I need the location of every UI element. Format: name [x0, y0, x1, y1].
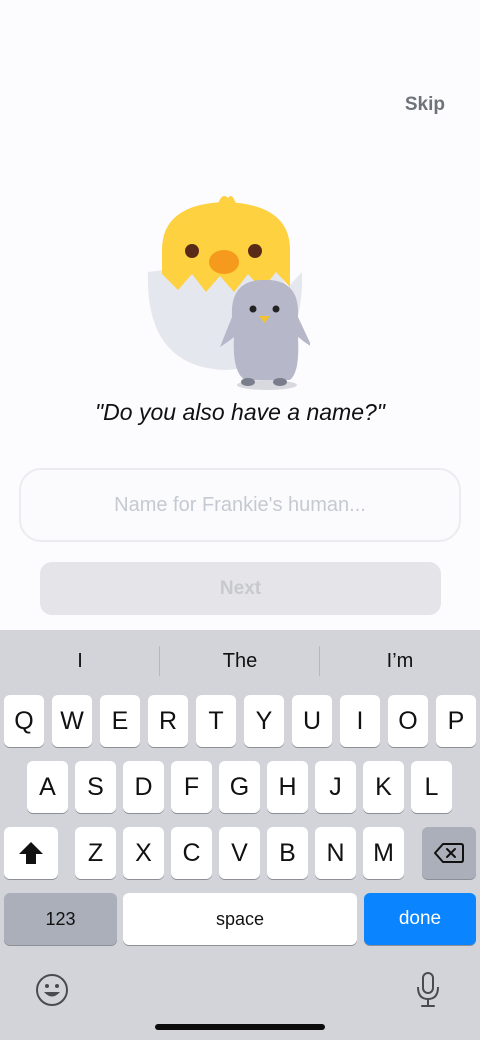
key-o[interactable]: O	[388, 695, 428, 747]
key-z[interactable]: Z	[75, 827, 116, 879]
skip-button[interactable]: Skip	[405, 94, 445, 116]
key-n[interactable]: N	[315, 827, 356, 879]
key-f[interactable]: F	[171, 761, 212, 813]
done-key[interactable]: done	[364, 893, 476, 945]
emoji-button[interactable]	[32, 970, 72, 1010]
next-button[interactable]: Next	[40, 562, 441, 615]
chick-eye-left	[185, 244, 199, 258]
key-u[interactable]: U	[292, 695, 332, 747]
chick	[162, 202, 290, 292]
shift-key[interactable]	[4, 827, 58, 879]
name-input[interactable]	[19, 468, 461, 542]
key-w[interactable]: W	[52, 695, 92, 747]
key-y[interactable]: Y	[244, 695, 284, 747]
key-i[interactable]: I	[340, 695, 380, 747]
chick-and-penguin-illustration	[147, 196, 310, 390]
home-indicator	[155, 1024, 325, 1030]
space-key[interactable]: space	[123, 893, 357, 945]
key-c[interactable]: C	[171, 827, 212, 879]
key-v[interactable]: V	[219, 827, 260, 879]
name-prompt: "Do you also have a name?"	[95, 399, 385, 425]
numbers-key[interactable]: 123	[4, 893, 117, 945]
key-e[interactable]: E	[100, 695, 140, 747]
key-t[interactable]: T	[196, 695, 236, 747]
chick-beak	[209, 250, 239, 274]
key-h[interactable]: H	[267, 761, 308, 813]
key-l[interactable]: L	[411, 761, 452, 813]
shift-arrow-icon	[19, 842, 43, 864]
key-x[interactable]: X	[123, 827, 164, 879]
backspace-key[interactable]	[422, 827, 476, 879]
key-q[interactable]: Q	[4, 695, 44, 747]
suggestion-2[interactable]: The	[160, 630, 320, 692]
key-j[interactable]: J	[315, 761, 356, 813]
suggestion-3[interactable]: I’m	[320, 630, 480, 692]
key-a[interactable]: A	[27, 761, 68, 813]
penguin-eye-right	[272, 305, 280, 313]
key-m[interactable]: M	[363, 827, 404, 879]
dictation-button[interactable]	[408, 970, 448, 1010]
key-p[interactable]: P	[436, 695, 476, 747]
chick-eye-right	[248, 244, 262, 258]
emoji-icon	[36, 974, 68, 1006]
key-b[interactable]: B	[267, 827, 308, 879]
backspace-icon	[434, 843, 464, 863]
suggestion-1[interactable]: I	[0, 630, 160, 692]
key-g[interactable]: G	[219, 761, 260, 813]
key-k[interactable]: K	[363, 761, 404, 813]
key-d[interactable]: D	[123, 761, 164, 813]
microphone-icon	[417, 972, 439, 1007]
penguin-eye-left	[249, 305, 257, 313]
key-s[interactable]: S	[75, 761, 116, 813]
key-r[interactable]: R	[148, 695, 188, 747]
